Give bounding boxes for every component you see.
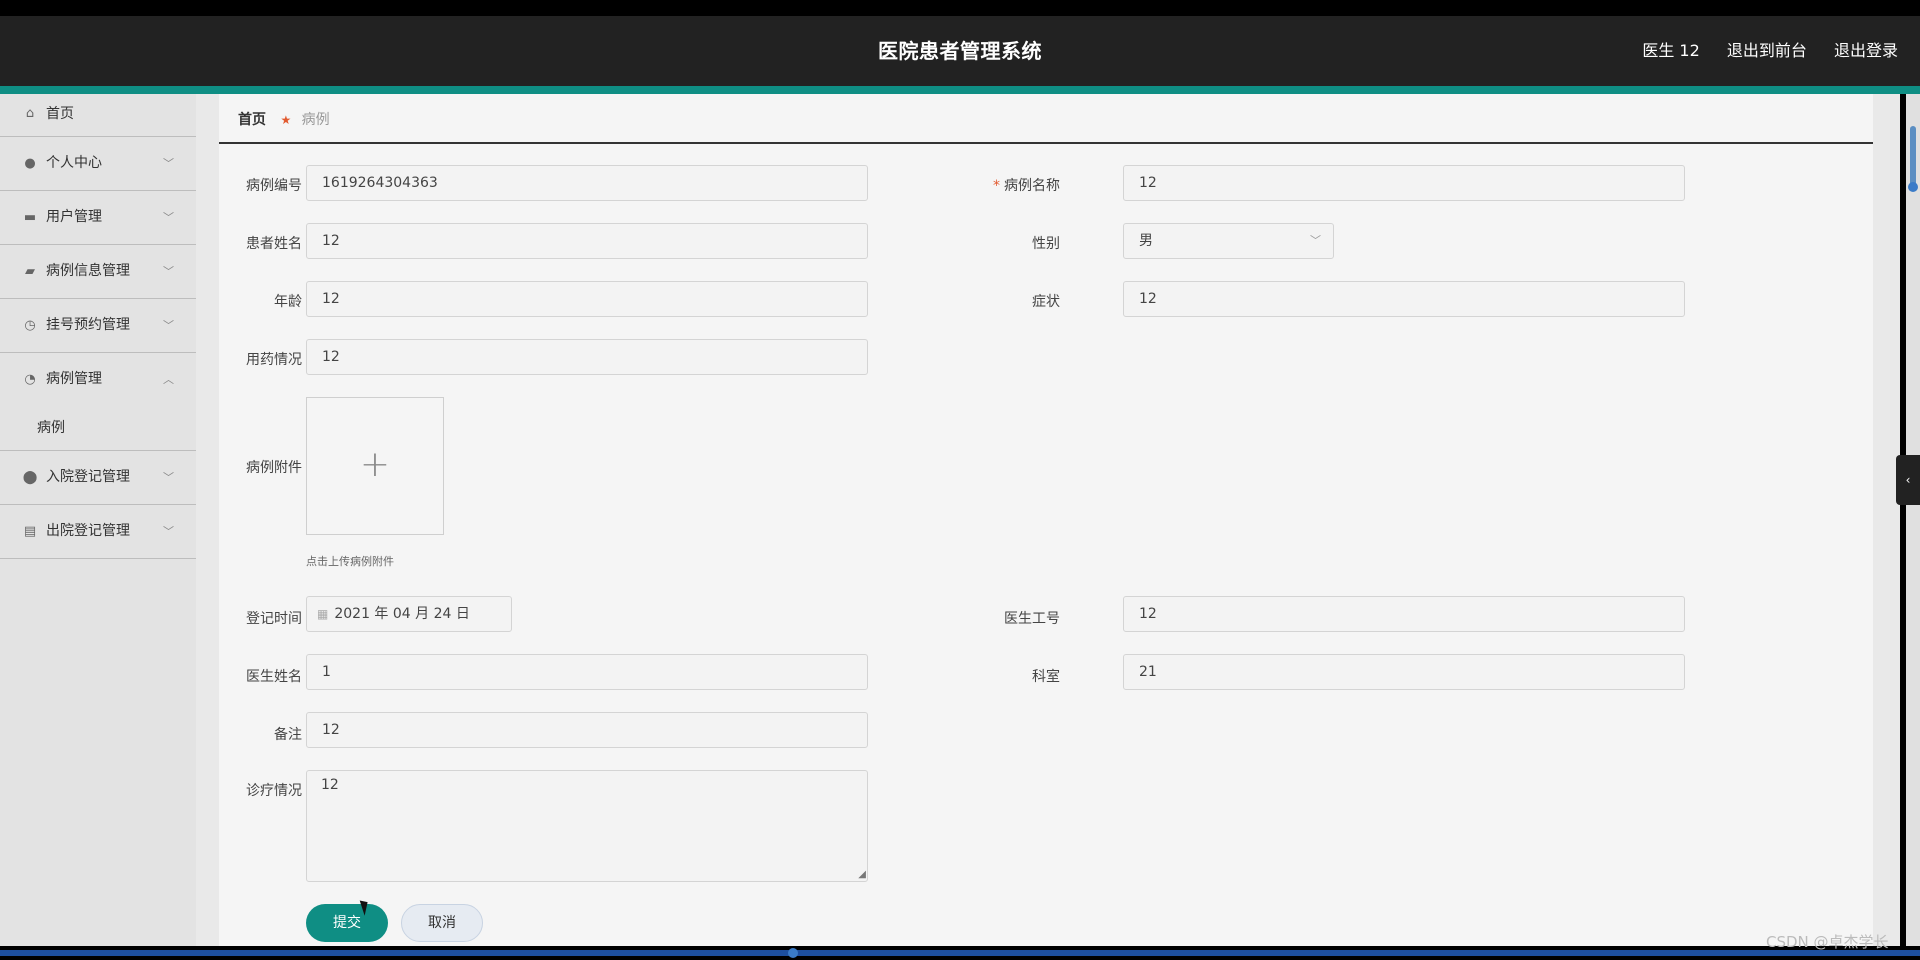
medication-field[interactable]: 12 bbox=[306, 339, 868, 375]
symptom-field[interactable]: 12 bbox=[1123, 281, 1685, 317]
chevron-up-icon: ︿ bbox=[163, 373, 174, 386]
sidebar: ⌂ 首页 ● 个人中心 ﹀ ▬ 用户管理 ﹀ ▰ 病例信息管理 ﹀ ◷ 挂号预约… bbox=[0, 94, 197, 946]
clock-icon: ◷ bbox=[24, 318, 36, 333]
chevron-down-icon: ﹀ bbox=[163, 319, 174, 332]
sidebar-item-label: 病例管理 bbox=[46, 371, 102, 387]
video-progress-bar[interactable] bbox=[0, 950, 1920, 956]
breadcrumb: 首页 ★ 病例 bbox=[219, 94, 1873, 144]
collapse-panel-button[interactable]: ‹ bbox=[1896, 455, 1920, 505]
case-no-label: 病例编号 bbox=[246, 178, 302, 194]
attachment-upload[interactable]: + bbox=[306, 397, 444, 535]
remark-field[interactable]: 12 bbox=[306, 712, 868, 748]
sidebar-item-home[interactable]: ⌂ 首页 bbox=[0, 94, 196, 137]
user-icon: ● bbox=[24, 156, 36, 171]
doctor-id-label: 医生工号 bbox=[1004, 611, 1060, 627]
sidebar-item-appointment[interactable]: ◷ 挂号预约管理 ﹀ bbox=[0, 299, 196, 353]
progress-marker[interactable] bbox=[788, 948, 798, 958]
age-label: 年龄 bbox=[274, 294, 302, 310]
briefcase-icon: ▰ bbox=[25, 264, 35, 279]
chevron-down-icon: ﹀ bbox=[163, 211, 174, 224]
calendar-icon: ▦ bbox=[317, 607, 329, 621]
diagnosis-value: 12 bbox=[321, 777, 339, 793]
department-field[interactable]: 21 bbox=[1123, 654, 1685, 690]
sidebar-item-users[interactable]: ▬ 用户管理 ﹀ bbox=[0, 191, 196, 245]
home-icon: ⌂ bbox=[25, 106, 35, 121]
upload-hint: 点击上传病例附件 bbox=[306, 555, 394, 568]
patient-name-label: 患者姓名 bbox=[246, 236, 302, 252]
chevron-down-icon: ﹀ bbox=[163, 525, 174, 538]
case-no-field[interactable]: 1619264304363 bbox=[306, 165, 868, 201]
clipboard-icon: ▤ bbox=[23, 524, 37, 539]
app-header: 医院患者管理系统 医生 12 退出到前台 退出登录 bbox=[0, 16, 1920, 86]
sidebar-item-label: 用户管理 bbox=[46, 209, 102, 225]
accent-bar bbox=[0, 86, 1920, 94]
submit-button[interactable]: 提交 bbox=[306, 904, 388, 942]
doctor-id-field[interactable]: 12 bbox=[1123, 596, 1685, 632]
cancel-button[interactable]: 取消 bbox=[401, 904, 483, 942]
required-mark: * bbox=[993, 178, 1000, 194]
main-area: 首页 ★ 病例 病例编号 1619264304363 * 病例名称 12 患者姓名… bbox=[196, 94, 1900, 946]
resize-handle-icon[interactable]: ◢ bbox=[858, 869, 866, 880]
chevron-down-icon: ﹀ bbox=[163, 471, 174, 484]
sidebar-item-label: 病例信息管理 bbox=[46, 263, 130, 279]
breadcrumb-home[interactable]: 首页 bbox=[238, 112, 266, 128]
diagnosis-label: 诊疗情况 bbox=[246, 783, 302, 799]
reg-time-label: 登记时间 bbox=[246, 611, 302, 627]
monitor-icon: ▬ bbox=[23, 210, 37, 225]
page-scrollbar[interactable] bbox=[1906, 94, 1920, 946]
watermark: CSDN @卓杰学长 bbox=[1766, 933, 1889, 951]
header-links: 医生 12 退出到前台 退出登录 bbox=[1620, 16, 1898, 86]
sidebar-item-discharge[interactable]: ▤ 出院登记管理 ﹀ bbox=[0, 505, 196, 559]
chevron-down-icon: ﹀ bbox=[163, 157, 174, 170]
case-name-label-text: 病例名称 bbox=[1004, 178, 1060, 194]
scroll-thumb[interactable] bbox=[1910, 126, 1916, 188]
symptom-label: 症状 bbox=[1032, 294, 1060, 310]
front-link[interactable]: 退出到前台 bbox=[1727, 41, 1807, 60]
sidebar-item-admission[interactable]: ⬤ 入院登记管理 ﹀ bbox=[0, 451, 196, 505]
sidebar-item-label: 首页 bbox=[46, 106, 74, 122]
chevron-left-icon: ‹ bbox=[1905, 473, 1911, 487]
gender-value: 男 bbox=[1139, 233, 1153, 249]
sidebar-item-label: 出院登记管理 bbox=[46, 523, 130, 539]
reg-time-picker[interactable]: ▦ 2021 年 04 月 24 日 bbox=[306, 596, 512, 632]
plus-icon: + bbox=[359, 444, 391, 485]
chevron-down-icon: ﹀ bbox=[163, 265, 174, 278]
chevron-down-icon: ﹀ bbox=[1310, 234, 1321, 247]
remark-label: 备注 bbox=[274, 727, 302, 743]
sidebar-item-label: 个人中心 bbox=[46, 155, 102, 171]
case-name-field[interactable]: 12 bbox=[1123, 165, 1685, 201]
department-label: 科室 bbox=[1032, 669, 1060, 685]
patient-name-field[interactable]: 12 bbox=[306, 223, 868, 259]
current-user[interactable]: 医生 12 bbox=[1642, 41, 1699, 60]
breadcrumb-current: 病例 bbox=[301, 112, 330, 128]
sidebar-subitem-case[interactable]: 病例 bbox=[0, 406, 196, 451]
case-name-label: * 病例名称 bbox=[929, 175, 1060, 195]
gender-label: 性别 bbox=[1032, 236, 1060, 252]
sidebar-item-label: 挂号预约管理 bbox=[46, 317, 130, 333]
reg-time-value: 2021 年 04 月 24 日 bbox=[334, 606, 470, 622]
logout-link[interactable]: 退出登录 bbox=[1834, 41, 1898, 60]
doctor-name-label: 医生姓名 bbox=[246, 669, 302, 685]
sidebar-item-personal[interactable]: ● 个人中心 ﹀ bbox=[0, 137, 196, 191]
scroll-knob[interactable] bbox=[1908, 182, 1918, 192]
form-panel: 首页 ★ 病例 病例编号 1619264304363 * 病例名称 12 患者姓名… bbox=[219, 94, 1873, 946]
sidebar-item-label: 入院登记管理 bbox=[46, 469, 130, 485]
attachment-label: 病例附件 bbox=[246, 460, 302, 476]
doctor-name-field[interactable]: 1 bbox=[306, 654, 868, 690]
age-field[interactable]: 12 bbox=[306, 281, 868, 317]
gauge-icon: ◔ bbox=[24, 372, 36, 387]
sidebar-item-case-mgmt[interactable]: ◔ 病例管理 ︿ bbox=[0, 353, 196, 406]
gender-select[interactable]: 男 ﹀ bbox=[1123, 223, 1334, 259]
location-icon: ⬤ bbox=[22, 470, 38, 485]
diagnosis-textarea[interactable]: 12 ◢ bbox=[306, 770, 868, 882]
sidebar-item-case-info[interactable]: ▰ 病例信息管理 ﹀ bbox=[0, 245, 196, 299]
medication-label: 用药情况 bbox=[246, 352, 302, 368]
star-icon: ★ bbox=[280, 113, 292, 127]
